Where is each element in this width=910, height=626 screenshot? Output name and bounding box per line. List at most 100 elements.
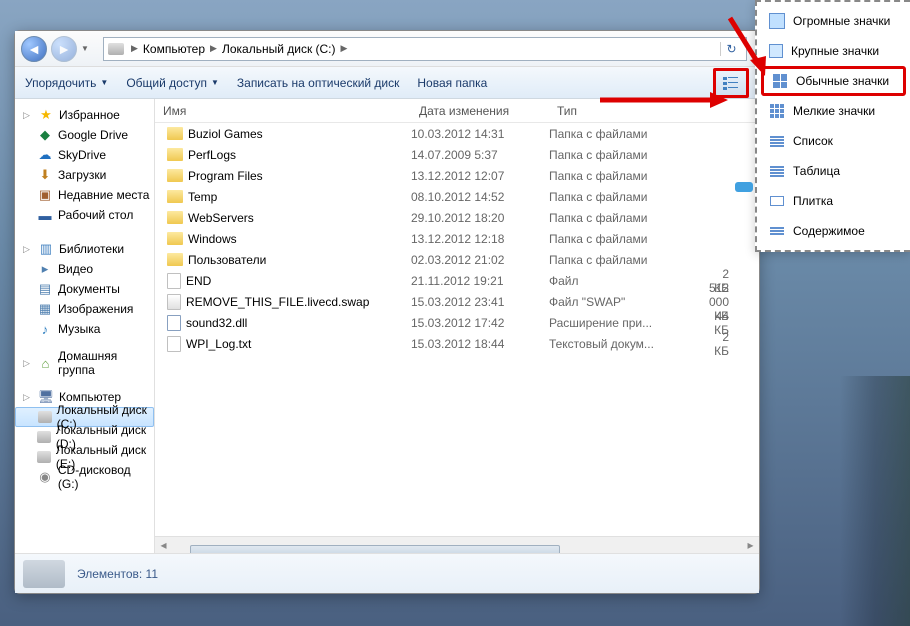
- scrollbar-thumb[interactable]: [190, 545, 560, 553]
- navigation-pane[interactable]: ▷★Избранное ◆Google Drive ☁SkyDrive ⬇Заг…: [15, 99, 155, 553]
- history-dropdown[interactable]: ▼: [81, 44, 93, 53]
- back-button[interactable]: ◄: [21, 36, 47, 62]
- status-item-count: Элементов: 11: [77, 567, 158, 581]
- sidebar-item-downloads[interactable]: ⬇Загрузки: [15, 165, 154, 185]
- sidebar-item-documents[interactable]: ▤Документы: [15, 279, 154, 299]
- file-name-label: PerfLogs: [188, 148, 236, 162]
- share-button[interactable]: Общий доступ ▼: [126, 76, 219, 90]
- file-date-label: 10.03.2012 14:31: [411, 127, 549, 141]
- drive-icon: [23, 560, 65, 588]
- sidebar-item-pictures[interactable]: ▦Изображения: [15, 299, 154, 319]
- folder-icon: [167, 232, 183, 245]
- file-name-label: sound32.dll: [186, 316, 247, 330]
- file-type-label: Текстовый докум...: [549, 337, 709, 351]
- view-content[interactable]: Содержимое: [761, 216, 906, 246]
- horizontal-scrollbar[interactable]: ◂ ▸: [155, 536, 759, 553]
- column-name-header[interactable]: Имя: [155, 104, 411, 118]
- file-icon: [167, 273, 181, 289]
- sidebar-item-video[interactable]: ▸Видео: [15, 259, 154, 279]
- folder-icon: [167, 211, 183, 224]
- skydrive-icon: ☁: [37, 147, 53, 163]
- sidebar-item-desktop[interactable]: ▬Рабочий стол: [15, 205, 154, 225]
- chevron-right-icon[interactable]: ▶: [338, 43, 351, 54]
- forward-button[interactable]: ►: [51, 36, 77, 62]
- file-type-label: Папка с файлами: [549, 232, 709, 246]
- view-list[interactable]: Список: [761, 126, 906, 156]
- file-row[interactable]: Program Files13.12.2012 12:07Папка с фай…: [155, 165, 759, 186]
- folder-icon: [167, 169, 183, 182]
- file-type-label: Папка с файлами: [549, 253, 709, 267]
- drive-icon: [37, 451, 51, 463]
- file-size-label: 2 КБ: [709, 330, 759, 358]
- content-icon: [769, 223, 785, 239]
- drive-icon: [108, 41, 124, 57]
- file-name-label: Program Files: [188, 169, 263, 183]
- view-menu-slider[interactable]: [735, 182, 753, 192]
- gdrive-icon: ◆: [37, 127, 53, 143]
- breadcrumb-disk[interactable]: Локальный диск (C:): [220, 42, 338, 56]
- file-row[interactable]: WPI_Log.txt15.03.2012 18:44Текстовый док…: [155, 333, 759, 354]
- new-folder-button[interactable]: Новая папка: [417, 76, 487, 90]
- pictures-icon: ▦: [37, 301, 53, 317]
- view-large-icons[interactable]: Крупные значки: [761, 36, 906, 66]
- desktop-trees-decoration: [840, 376, 910, 626]
- downloads-icon: ⬇: [37, 167, 53, 183]
- drive-icon: [37, 431, 51, 443]
- file-row[interactable]: END21.11.2012 19:21Файл2 КБ: [155, 270, 759, 291]
- file-date-label: 21.11.2012 19:21: [411, 274, 549, 288]
- burn-button[interactable]: Записать на оптический диск: [237, 76, 400, 90]
- favorites-group[interactable]: ▷★Избранное: [15, 105, 154, 125]
- view-small-icons[interactable]: Мелкие значки: [761, 96, 906, 126]
- file-list[interactable]: Buziol Games10.03.2012 14:31Папка с файл…: [155, 123, 759, 536]
- sidebar-item-drive-g[interactable]: ◉CD-дисковод (G:): [15, 467, 154, 487]
- file-row[interactable]: Buziol Games 10.03.2012 14:31Папка с файл…: [155, 123, 759, 144]
- file-row[interactable]: PerfLogs14.07.2009 5:37Папка с файлами: [155, 144, 759, 165]
- sidebar-item-gdrive[interactable]: ◆Google Drive: [15, 125, 154, 145]
- organize-button[interactable]: Упорядочить ▼: [25, 76, 108, 90]
- chevron-right-icon[interactable]: ▶: [128, 43, 141, 54]
- homegroup-icon: ⌂: [38, 355, 53, 371]
- file-name-label: END: [186, 274, 211, 288]
- file-date-label: 15.03.2012 23:41: [411, 295, 549, 309]
- view-table[interactable]: Таблица: [761, 156, 906, 186]
- homegroup-item[interactable]: ▷⌂Домашняя группа: [15, 353, 154, 373]
- sidebar-item-skydrive[interactable]: ☁SkyDrive: [15, 145, 154, 165]
- file-row[interactable]: REMOVE_THIS_FILE.livecd.swap 15.03.2012 2…: [155, 291, 759, 312]
- file-row[interactable]: Temp08.10.2012 14:52Папка с файлами: [155, 186, 759, 207]
- medium-icons-icon: [772, 73, 788, 89]
- desktop-icon: ▬: [37, 207, 53, 223]
- file-date-label: 15.03.2012 17:42: [411, 316, 549, 330]
- file-row[interactable]: sound32.dll15.03.2012 17:42Расширение пр…: [155, 312, 759, 333]
- file-row[interactable]: Windows13.12.2012 12:18Папка с файлами: [155, 228, 759, 249]
- column-date-header[interactable]: Дата изменения: [411, 104, 549, 118]
- file-type-label: Папка с файлами: [549, 211, 709, 225]
- file-date-label: 29.10.2012 18:20: [411, 211, 549, 225]
- view-tile[interactable]: Плитка: [761, 186, 906, 216]
- file-row[interactable]: WebServers29.10.2012 18:20Папка с файлам…: [155, 207, 759, 228]
- view-huge-icons[interactable]: Огромные значки: [761, 6, 906, 36]
- breadcrumb-computer[interactable]: Компьютер: [141, 42, 207, 56]
- video-icon: ▸: [37, 261, 53, 277]
- file-name-label: REMOVE_THIS_FILE.livecd.swap: [186, 295, 369, 309]
- file-name-label: Пользователи: [188, 253, 266, 267]
- file-date-label: 08.10.2012 14:52: [411, 190, 549, 204]
- file-name-label: Buziol Games: [188, 127, 263, 141]
- file-date-label: 02.03.2012 21:02: [411, 253, 549, 267]
- libraries-group[interactable]: ▷▥Библиотеки: [15, 239, 154, 259]
- list-icon: [769, 133, 785, 149]
- view-medium-icons[interactable]: Обычные значки: [761, 66, 906, 96]
- sidebar-item-music[interactable]: ♪Музыка: [15, 319, 154, 339]
- file-date-label: 13.12.2012 12:18: [411, 232, 549, 246]
- small-icons-icon: [769, 103, 785, 119]
- chevron-right-icon[interactable]: ▶: [207, 43, 220, 54]
- file-icon: [167, 336, 181, 352]
- file-icon: [167, 294, 181, 310]
- file-type-label: Папка с файлами: [549, 127, 709, 141]
- file-date-label: 15.03.2012 18:44: [411, 337, 549, 351]
- sidebar-item-recent[interactable]: ▣Недавние места: [15, 185, 154, 205]
- table-icon: [769, 163, 785, 179]
- file-row[interactable]: Пользователи 02.03.2012 21:02Папка с файл…: [155, 249, 759, 270]
- address-bar[interactable]: ▶ Компьютер ▶ Локальный диск (C:) ▶ ↻: [103, 37, 747, 61]
- file-type-label: Файл "SWAP": [549, 295, 709, 309]
- annotation-arrow-2: [720, 8, 770, 78]
